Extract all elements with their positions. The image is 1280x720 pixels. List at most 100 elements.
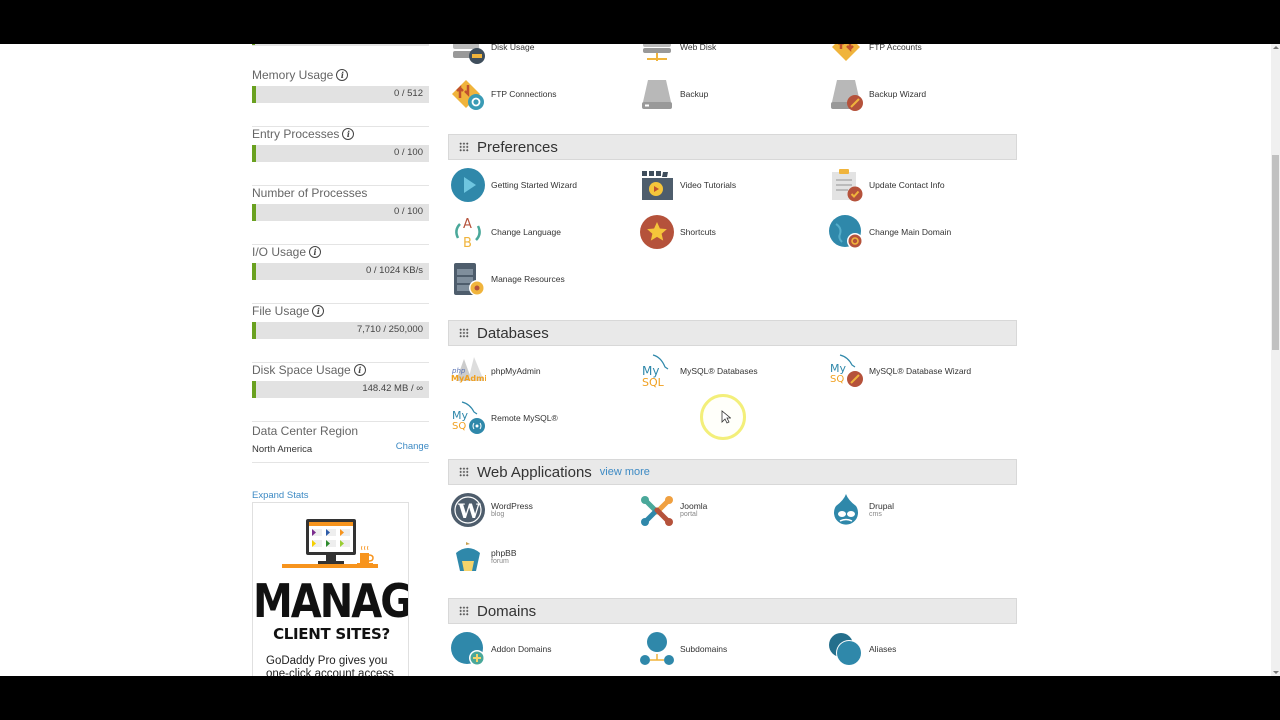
- item-subdomains[interactable]: Subdomains: [637, 630, 817, 668]
- data-center-label: Data Center Region: [252, 424, 359, 438]
- ad-body: GoDaddy Pro gives you one-click account …: [266, 655, 394, 676]
- item-addon-domains[interactable]: Addon Domains: [448, 630, 628, 668]
- item-change-language[interactable]: AB Change Language: [448, 213, 628, 251]
- mysql-icon: My SQL: [639, 353, 675, 389]
- info-icon[interactable]: i: [336, 69, 349, 81]
- backup-icon: [639, 76, 675, 112]
- view-more-link[interactable]: view more: [600, 466, 650, 478]
- globe-plus-icon: [450, 631, 486, 667]
- subdomains-icon: [639, 631, 675, 667]
- wordpress-icon: W: [450, 492, 486, 528]
- item-sublabel: portal: [680, 511, 698, 518]
- item-phpbb[interactable]: phpBB forum: [448, 538, 628, 576]
- item-ftp-accounts[interactable]: FTP Accounts: [826, 44, 1006, 66]
- item-label: Change Main Domain: [869, 227, 952, 237]
- scroll-up-arrow-icon[interactable]: [1273, 46, 1279, 49]
- item-label: WordPress: [491, 501, 533, 511]
- play-icon: [450, 167, 486, 203]
- item-wordpress[interactable]: W WordPress blog: [448, 491, 628, 529]
- info-icon[interactable]: i: [309, 246, 322, 258]
- item-web-disk[interactable]: Web Disk: [637, 44, 817, 66]
- disk-usage-icon: [450, 44, 486, 65]
- group-header-preferences[interactable]: Preferences: [448, 134, 1017, 160]
- stat-label: Entry Processes: [252, 127, 340, 141]
- drag-handle-icon[interactable]: [459, 606, 469, 616]
- info-icon[interactable]: i: [353, 364, 366, 376]
- info-icon[interactable]: i: [342, 128, 355, 140]
- item-label: Disk Usage: [491, 44, 535, 52]
- star-icon: [639, 214, 675, 250]
- item-drupal[interactable]: Drupal cms: [826, 491, 1006, 529]
- item-label: Remote MySQL®: [491, 413, 558, 423]
- svg-text:A: A: [463, 217, 472, 232]
- scroll-down-arrow-icon[interactable]: [1273, 671, 1279, 674]
- item-shortcuts[interactable]: Shortcuts: [637, 213, 817, 251]
- usage-bar: 0 / 100: [252, 145, 429, 162]
- item-label: MySQL® Database Wizard: [869, 366, 972, 376]
- item-update-contact-info[interactable]: Update Contact Info: [826, 166, 1006, 204]
- stat-value: 148.42 MB / ∞: [362, 383, 423, 394]
- expand-stats-link[interactable]: Expand Stats: [252, 490, 309, 501]
- drag-handle-icon[interactable]: [459, 467, 469, 477]
- item-manage-resources[interactable]: Manage Resources: [448, 260, 628, 298]
- web-disk-icon: [639, 44, 675, 65]
- group-header-databases[interactable]: Databases: [448, 320, 1017, 346]
- item-change-main-domain[interactable]: Change Main Domain: [826, 213, 1006, 251]
- ftp-accounts-icon: [828, 44, 864, 65]
- stat-value: 0 / 512: [393, 88, 423, 99]
- drag-handle-icon[interactable]: [459, 328, 469, 338]
- stat-label: File Usage: [252, 304, 310, 318]
- group-title: Domains: [477, 602, 537, 620]
- stat-value: 0 / 1024 KB/s: [365, 265, 423, 276]
- globe-refresh-icon: [828, 214, 864, 250]
- mysql-wizard-icon: My SQ: [828, 353, 864, 389]
- info-icon[interactable]: i: [312, 305, 325, 317]
- group-header-web-applications[interactable]: Web Applications view more: [448, 459, 1017, 485]
- stat-value: 0 / 100: [393, 206, 423, 217]
- stat-io-usage: I/O Usage i 0 / 1024 KB/s: [252, 245, 429, 304]
- divider: [252, 462, 429, 463]
- item-backup[interactable]: Backup: [637, 75, 817, 113]
- ad-subheadline: CLIENT SITES?: [273, 625, 390, 643]
- backup-wizard-icon: [828, 76, 864, 112]
- stat-memory-usage: Memory Usage i 0 / 512: [252, 68, 429, 127]
- item-aliases[interactable]: Aliases: [826, 630, 1006, 668]
- usage-bar: 0 / 100: [252, 204, 429, 221]
- scrollbar-thumb[interactable]: [1272, 155, 1279, 350]
- change-data-center-link[interactable]: Change: [396, 441, 429, 452]
- svg-text:B: B: [463, 236, 472, 250]
- svg-text:SQ: SQ: [830, 374, 844, 385]
- group-title: Web Applications: [477, 463, 592, 481]
- item-joomla[interactable]: Joomla portal: [637, 491, 817, 529]
- item-mysql-database-wizard[interactable]: My SQ MySQL® Database Wizard: [826, 352, 1006, 390]
- stat-entry-processes: Entry Processes i 0 / 100: [252, 127, 429, 186]
- stat-label: Memory Usage: [252, 68, 334, 82]
- item-label: Addon Domains: [491, 644, 552, 654]
- vertical-scrollbar[interactable]: [1271, 44, 1280, 676]
- item-ftp-connections[interactable]: FTP Connections: [448, 75, 628, 113]
- mouse-pointer-icon: [721, 410, 731, 424]
- group-header-domains[interactable]: Domains: [448, 598, 1017, 624]
- item-remote-mysql[interactable]: My SQ Remote MySQL®: [448, 399, 628, 437]
- item-video-tutorials[interactable]: Video Tutorials: [637, 166, 817, 204]
- stat-label: Disk Space Usage: [252, 363, 351, 377]
- svg-text:SQL: SQL: [642, 376, 665, 389]
- svg-text:W: W: [457, 499, 481, 523]
- drag-handle-icon[interactable]: [459, 142, 469, 152]
- svg-text:SQ: SQ: [452, 421, 466, 432]
- usage-bar: 148.42 MB / ∞: [252, 381, 429, 398]
- item-backup-wizard[interactable]: Backup Wizard: [826, 75, 1006, 113]
- item-getting-started-wizard[interactable]: Getting Started Wizard: [448, 166, 628, 204]
- usage-bar: 7,710 / 250,000: [252, 322, 429, 339]
- godaddy-pro-ad[interactable]: MANAGE CLIENT SITES? GoDaddy Pro gives y…: [252, 502, 409, 676]
- divider: [252, 45, 429, 46]
- item-label: Joomla: [680, 501, 708, 511]
- group-title: Preferences: [477, 138, 558, 156]
- group-title: Databases: [477, 324, 549, 342]
- video-letterbox-top: [0, 0, 1280, 44]
- item-mysql-databases[interactable]: My SQL MySQL® Databases: [637, 352, 817, 390]
- stat-label: I/O Usage: [252, 245, 307, 259]
- item-phpmyadmin[interactable]: phpMyAdmin phpMyAdmin: [448, 352, 628, 390]
- item-disk-usage[interactable]: Disk Usage: [448, 44, 628, 66]
- item-label: phpBB: [491, 548, 517, 558]
